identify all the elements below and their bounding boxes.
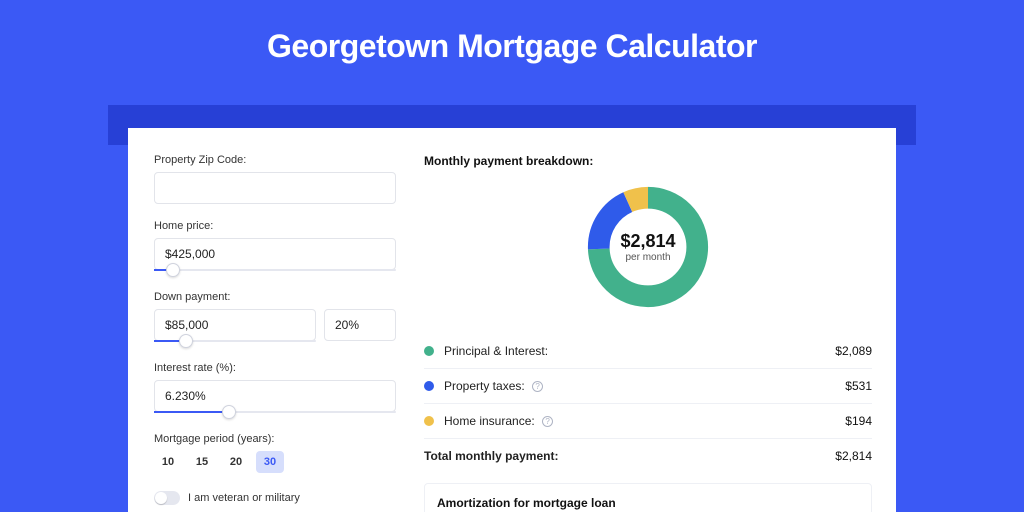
period-btn-30[interactable]: 30 bbox=[256, 451, 284, 473]
period-field: Mortgage period (years): 10 15 20 30 bbox=[154, 433, 396, 473]
home-price-input[interactable] bbox=[154, 238, 396, 270]
home-price-slider[interactable] bbox=[154, 269, 396, 271]
donut-chart: $2,814 per month bbox=[583, 182, 713, 312]
amortization-card: Amortization for mortgage loan Amortizat… bbox=[424, 483, 872, 512]
interest-label: Interest rate (%): bbox=[154, 362, 396, 374]
interest-input[interactable] bbox=[154, 380, 396, 412]
total-label: Total monthly payment: bbox=[424, 449, 835, 463]
interest-field: Interest rate (%): bbox=[154, 362, 396, 413]
info-icon[interactable]: ? bbox=[542, 416, 553, 427]
breakdown-label-taxes: Property taxes: ? bbox=[444, 379, 845, 393]
period-btn-10[interactable]: 10 bbox=[154, 451, 182, 473]
slider-thumb[interactable] bbox=[222, 405, 236, 419]
donut-amount: $2,814 bbox=[620, 231, 675, 252]
slider-fill bbox=[154, 411, 229, 413]
inputs-column: Property Zip Code: Home price: Down paym… bbox=[154, 154, 396, 512]
breakdown-line-ins: Home insurance: ?$194 bbox=[424, 404, 872, 439]
breakdown-value-taxes: $531 bbox=[845, 379, 872, 393]
breakdown-label-pi: Principal & Interest: bbox=[444, 344, 835, 358]
breakdown-column: Monthly payment breakdown: $2,814 per mo… bbox=[424, 154, 872, 512]
breakdown-label-ins: Home insurance: ? bbox=[444, 414, 845, 428]
down-payment-field: Down payment: bbox=[154, 291, 396, 342]
donut-center: $2,814 per month bbox=[583, 182, 713, 312]
breakdown-line-pi: Principal & Interest:$2,089 bbox=[424, 334, 872, 369]
down-payment-pct-input[interactable] bbox=[324, 309, 396, 341]
green-dot-icon bbox=[424, 346, 434, 356]
interest-slider[interactable] bbox=[154, 411, 396, 413]
donut-sub: per month bbox=[625, 252, 670, 263]
down-payment-label: Down payment: bbox=[154, 291, 396, 303]
blue-dot-icon bbox=[424, 381, 434, 391]
calculator-panel: Property Zip Code: Home price: Down paym… bbox=[128, 128, 896, 512]
veteran-toggle[interactable] bbox=[154, 491, 180, 505]
info-icon[interactable]: ? bbox=[532, 381, 543, 392]
slider-thumb[interactable] bbox=[179, 334, 193, 348]
zip-field: Property Zip Code: bbox=[154, 154, 396, 204]
period-label: Mortgage period (years): bbox=[154, 433, 396, 445]
donut-wrap: $2,814 per month bbox=[424, 182, 872, 312]
veteran-label: I am veteran or military bbox=[188, 492, 300, 504]
veteran-row: I am veteran or military bbox=[154, 491, 396, 505]
breakdown-title: Monthly payment breakdown: bbox=[424, 154, 872, 168]
total-value: $2,814 bbox=[835, 449, 872, 463]
yellow-dot-icon bbox=[424, 416, 434, 426]
zip-label: Property Zip Code: bbox=[154, 154, 396, 166]
toggle-knob bbox=[155, 492, 167, 504]
zip-input[interactable] bbox=[154, 172, 396, 204]
page-title: Georgetown Mortgage Calculator bbox=[0, 0, 1024, 85]
home-price-field: Home price: bbox=[154, 220, 396, 271]
breakdown-value-pi: $2,089 bbox=[835, 344, 872, 358]
slider-thumb[interactable] bbox=[166, 263, 180, 277]
total-line: Total monthly payment: $2,814 bbox=[424, 439, 872, 477]
period-btn-20[interactable]: 20 bbox=[222, 451, 250, 473]
breakdown-value-ins: $194 bbox=[845, 414, 872, 428]
home-price-label: Home price: bbox=[154, 220, 396, 232]
period-row: 10 15 20 30 bbox=[154, 451, 396, 473]
breakdown-lines: Principal & Interest:$2,089Property taxe… bbox=[424, 334, 872, 439]
period-btn-15[interactable]: 15 bbox=[188, 451, 216, 473]
breakdown-line-taxes: Property taxes: ?$531 bbox=[424, 369, 872, 404]
down-payment-slider[interactable] bbox=[154, 340, 316, 342]
down-payment-input[interactable] bbox=[154, 309, 316, 341]
amortization-title: Amortization for mortgage loan bbox=[437, 496, 859, 510]
